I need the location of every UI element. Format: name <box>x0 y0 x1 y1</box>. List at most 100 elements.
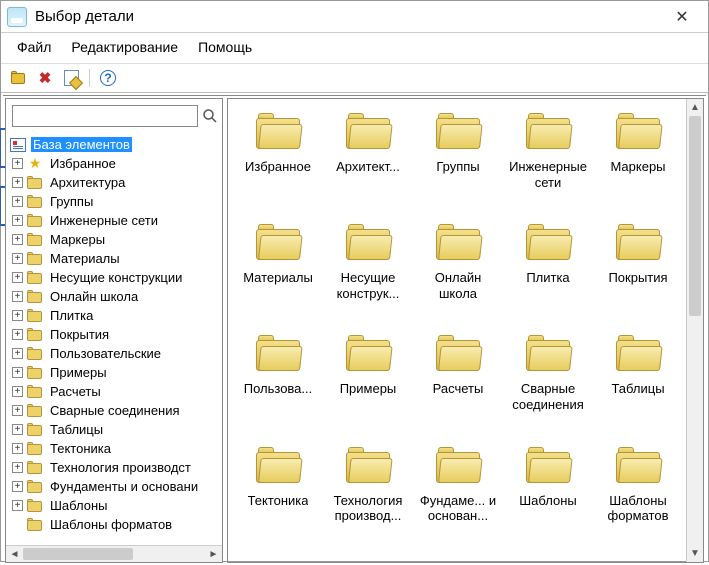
tree-item[interactable]: +Тектоника <box>8 439 220 458</box>
tree-item[interactable]: +Фундаменты и основани <box>8 477 220 496</box>
expand-toggle[interactable]: + <box>12 177 23 188</box>
expand-toggle[interactable]: + <box>12 329 23 340</box>
folder-label: Пользова... <box>244 381 313 397</box>
toolbar-open-button[interactable] <box>9 68 29 88</box>
grid-scroll-area[interactable]: Избранное Архитект...ГруппыИнженерные сет… <box>228 99 686 562</box>
folder-item[interactable]: Маркеры <box>594 113 682 190</box>
tree-item[interactable]: +Сварные соединения <box>8 401 220 420</box>
expand-toggle[interactable]: + <box>12 234 23 245</box>
tree-item[interactable]: +Материалы <box>8 249 220 268</box>
folder-item[interactable]: Покрытия <box>594 224 682 301</box>
expand-toggle[interactable]: + <box>12 310 23 321</box>
folder-item[interactable]: Фундаме... и основан... <box>414 447 502 524</box>
tree-item[interactable]: +Плитка <box>8 306 220 325</box>
tree-item[interactable]: +Шаблоны <box>8 496 220 515</box>
delete-icon: ✖ <box>39 69 52 87</box>
menu-help[interactable]: Помощь <box>190 37 260 57</box>
folder-item[interactable]: Примеры <box>324 335 412 412</box>
folder-label: Маркеры <box>610 159 665 175</box>
tree-item[interactable]: +Примеры <box>8 363 220 382</box>
expand-toggle[interactable]: + <box>12 253 23 264</box>
expand-toggle[interactable]: + <box>12 215 23 226</box>
expand-toggle[interactable]: + <box>12 291 23 302</box>
scroll-thumb[interactable] <box>23 548 133 560</box>
search-input[interactable] <box>12 105 198 127</box>
tree-item[interactable]: +Пользовательские <box>8 344 220 363</box>
folder-label: Примеры <box>340 381 397 397</box>
scroll-up-button[interactable]: ▲ <box>687 99 703 116</box>
toolbar-edit-button[interactable] <box>61 68 81 88</box>
folder-item[interactable]: Онлайн школа <box>414 224 502 301</box>
folder-item[interactable]: Сварные соединения <box>504 335 592 412</box>
tree-item[interactable]: +Шаблоны форматов <box>8 515 220 534</box>
folder-icon <box>27 176 43 189</box>
folder-item[interactable]: Расчеты <box>414 335 502 412</box>
folder-icon <box>256 113 300 149</box>
expand-toggle[interactable]: + <box>12 158 23 169</box>
folder-item[interactable]: Технология производ... <box>324 447 412 524</box>
expand-toggle[interactable]: + <box>12 348 23 359</box>
folder-item[interactable]: Избранное <box>234 113 322 190</box>
tree-item[interactable]: +Технология производст <box>8 458 220 477</box>
folder-item[interactable]: Пользова... <box>234 335 322 412</box>
tree-item[interactable]: +Покрытия <box>8 325 220 344</box>
folder-item[interactable]: Шаблоны <box>504 447 592 524</box>
close-button[interactable]: ✕ <box>662 7 702 27</box>
folder-item[interactable]: Группы <box>414 113 502 190</box>
tree-item-label: Инженерные сети <box>48 213 160 228</box>
side-handles <box>0 128 3 244</box>
tree-item[interactable]: + Группы <box>8 192 220 211</box>
tree-item[interactable]: +Архитектура <box>8 173 220 192</box>
expand-toggle[interactable]: + <box>12 462 23 473</box>
expand-toggle[interactable]: + <box>12 367 23 378</box>
expand-toggle[interactable]: + <box>12 481 23 492</box>
tree-item[interactable]: + Таблицы <box>8 420 220 439</box>
menu-edit[interactable]: Редактирование <box>63 37 186 57</box>
folder-label: Фундаме... и основан... <box>415 493 501 524</box>
folder-item[interactable]: Шаблоны форматов <box>594 447 682 524</box>
grid-vscrollbar[interactable]: ▲ ▼ <box>686 99 703 562</box>
folder-item[interactable]: Инженерные сети <box>504 113 592 190</box>
help-icon: ? <box>100 70 116 86</box>
tree-view[interactable]: База элементов+★Избранное+Архитектура+Гр… <box>6 133 222 545</box>
tree-item[interactable]: + Инженерные сети <box>8 211 220 230</box>
toolbar-delete-button[interactable]: ✖ <box>35 68 55 88</box>
folder-icon <box>27 328 43 341</box>
tree-hscrollbar[interactable]: ◄ ► <box>6 545 222 562</box>
search-row <box>6 99 222 133</box>
folder-icon <box>616 113 660 149</box>
folder-icon <box>346 224 390 260</box>
folder-item[interactable]: Тектоника <box>234 447 322 524</box>
toolbar-help-button[interactable]: ? <box>98 68 118 88</box>
folder-item[interactable]: Плитка <box>504 224 592 301</box>
menu-file[interactable]: Файл <box>9 37 59 57</box>
scroll-left-button[interactable]: ◄ <box>6 546 23 562</box>
tree-item[interactable]: +Маркеры <box>8 230 220 249</box>
folder-label: Таблицы <box>611 381 664 397</box>
folder-item[interactable]: Несущие конструк... <box>324 224 412 301</box>
expand-toggle[interactable]: + <box>12 405 23 416</box>
scroll-down-button[interactable]: ▼ <box>687 545 703 562</box>
expand-toggle[interactable]: + <box>12 500 23 511</box>
folder-icon <box>256 224 300 260</box>
folder-item[interactable]: Таблицы <box>594 335 682 412</box>
scroll-thumb[interactable] <box>689 116 701 316</box>
folder-label: Избранное <box>245 159 311 175</box>
folder-icon <box>27 290 43 303</box>
tree-item[interactable]: +Расчеты <box>8 382 220 401</box>
expand-toggle[interactable]: + <box>12 196 23 207</box>
tree-item[interactable]: +Онлайн школа <box>8 287 220 306</box>
tree-item-label: Таблицы <box>48 422 105 437</box>
folder-item[interactable]: Материалы <box>234 224 322 301</box>
expand-toggle[interactable]: + <box>12 443 23 454</box>
search-button[interactable] <box>202 107 218 125</box>
expand-toggle[interactable]: + <box>12 386 23 397</box>
tree-item[interactable]: +Несущие конструкции <box>8 268 220 287</box>
expand-toggle[interactable]: + <box>12 424 23 435</box>
tree-item[interactable]: +★Избранное <box>8 154 220 173</box>
scroll-right-button[interactable]: ► <box>205 546 222 562</box>
expand-toggle[interactable]: + <box>12 272 23 283</box>
tree-root[interactable]: База элементов <box>8 135 220 154</box>
tree-item-label: Группы <box>48 194 95 209</box>
folder-item[interactable]: Архитект... <box>324 113 412 190</box>
